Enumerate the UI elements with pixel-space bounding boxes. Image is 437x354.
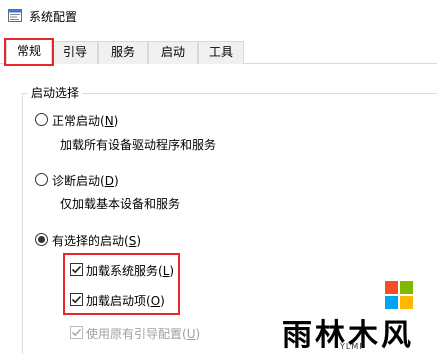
- normal-startup-radio[interactable]: [35, 113, 48, 126]
- windows-logo-icon: [385, 281, 413, 309]
- tab-services[interactable]: 服务: [98, 41, 148, 64]
- load-startup-items-label[interactable]: 加载启动项(O): [86, 292, 165, 309]
- diagnostic-startup-label[interactable]: 诊断启动(D): [52, 172, 119, 189]
- normal-startup-description: 加载所有设备驱动程序和服务: [60, 138, 217, 152]
- selective-startup-radio[interactable]: [35, 233, 48, 246]
- window-title: 系统配置: [29, 10, 78, 24]
- load-system-services-label[interactable]: 加载系统服务(L): [86, 262, 174, 279]
- diagnostic-startup-radio[interactable]: [35, 173, 48, 186]
- tab-tools[interactable]: 工具: [198, 41, 244, 64]
- diagnostic-startup-description: 仅加载基本设备和服务: [60, 197, 181, 211]
- checkmark-icon: [71, 328, 82, 337]
- title-bar: 系统配置: [0, 0, 437, 32]
- checkmark-icon: [71, 265, 82, 274]
- tab-highlight-box: [4, 38, 54, 66]
- load-system-services-checkbox[interactable]: [70, 263, 83, 276]
- normal-startup-label[interactable]: 正常启动(N): [52, 112, 118, 129]
- checkmark-icon: [71, 295, 82, 304]
- system-config-icon: [8, 9, 22, 22]
- group-label: 启动选择: [28, 84, 83, 101]
- load-startup-items-checkbox[interactable]: [70, 293, 83, 306]
- selective-startup-label[interactable]: 有选择的启动(S): [52, 232, 141, 249]
- watermark-subtext: YLMF: [340, 342, 365, 351]
- use-original-boot-config-checkbox: [70, 326, 83, 339]
- tab-boot[interactable]: 引导: [52, 41, 98, 64]
- tab-startup[interactable]: 启动: [148, 41, 198, 64]
- use-original-boot-config-label: 使用原有引导配置(U): [86, 327, 201, 341]
